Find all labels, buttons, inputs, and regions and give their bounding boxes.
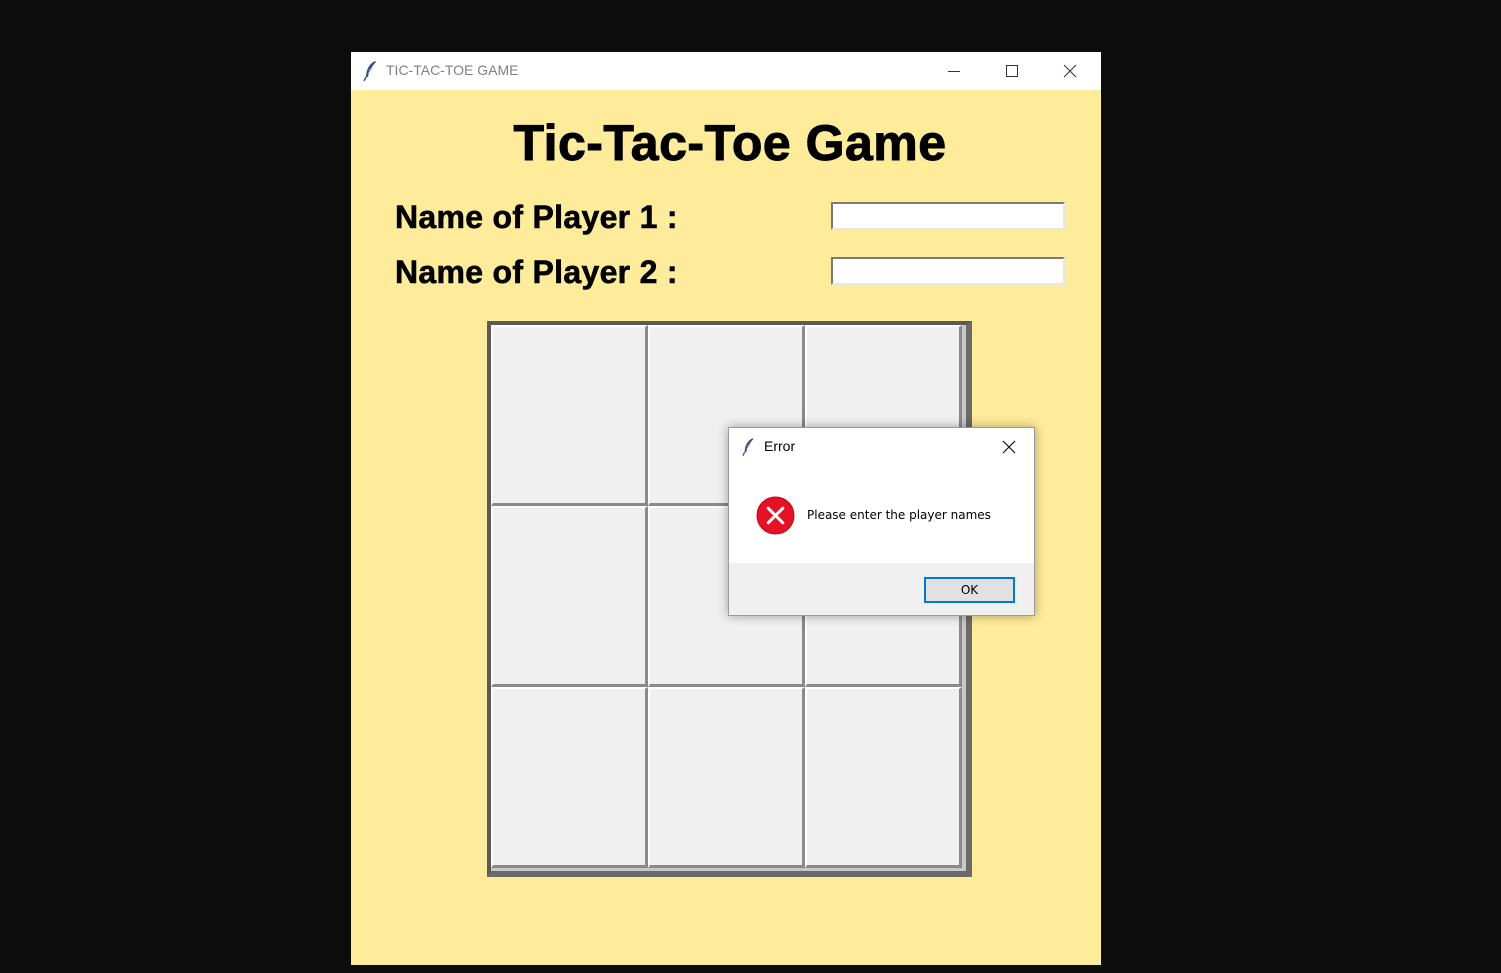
page-title: Tic-Tac-Toe Game: [513, 115, 947, 172]
player2-name-input[interactable]: [831, 257, 1065, 285]
close-icon[interactable]: [999, 437, 1019, 457]
minimize-icon: [948, 71, 960, 72]
minimize-button[interactable]: [925, 52, 983, 90]
title-bar[interactable]: TIC-TAC-TOE GAME: [351, 52, 1101, 90]
board-cell-1[interactable]: [491, 325, 648, 506]
dialog-title: Error: [764, 438, 796, 454]
close-button[interactable]: [1041, 52, 1099, 90]
player2-label: Name of Player 2 :: [395, 254, 678, 291]
board-cell-7[interactable]: [491, 687, 648, 868]
feather-icon: [742, 438, 754, 457]
board-cell-9[interactable]: [805, 687, 962, 868]
maximize-icon: [1006, 65, 1018, 77]
window-title: TIC-TAC-TOE GAME: [386, 62, 519, 78]
error-dialog: Error Please enter the player names OK: [728, 427, 1035, 616]
maximize-button[interactable]: [983, 52, 1041, 90]
player1-label: Name of Player 1 :: [395, 199, 678, 236]
board-cell-8[interactable]: [648, 687, 805, 868]
dialog-footer: OK: [729, 563, 1034, 615]
dialog-message: Please enter the player names: [807, 508, 991, 522]
feather-icon: [363, 61, 376, 82]
ok-button[interactable]: OK: [924, 577, 1015, 603]
error-icon: [756, 496, 795, 535]
board-cell-4[interactable]: [491, 506, 648, 687]
player1-name-input[interactable]: [831, 202, 1065, 230]
close-icon: [1063, 64, 1077, 78]
